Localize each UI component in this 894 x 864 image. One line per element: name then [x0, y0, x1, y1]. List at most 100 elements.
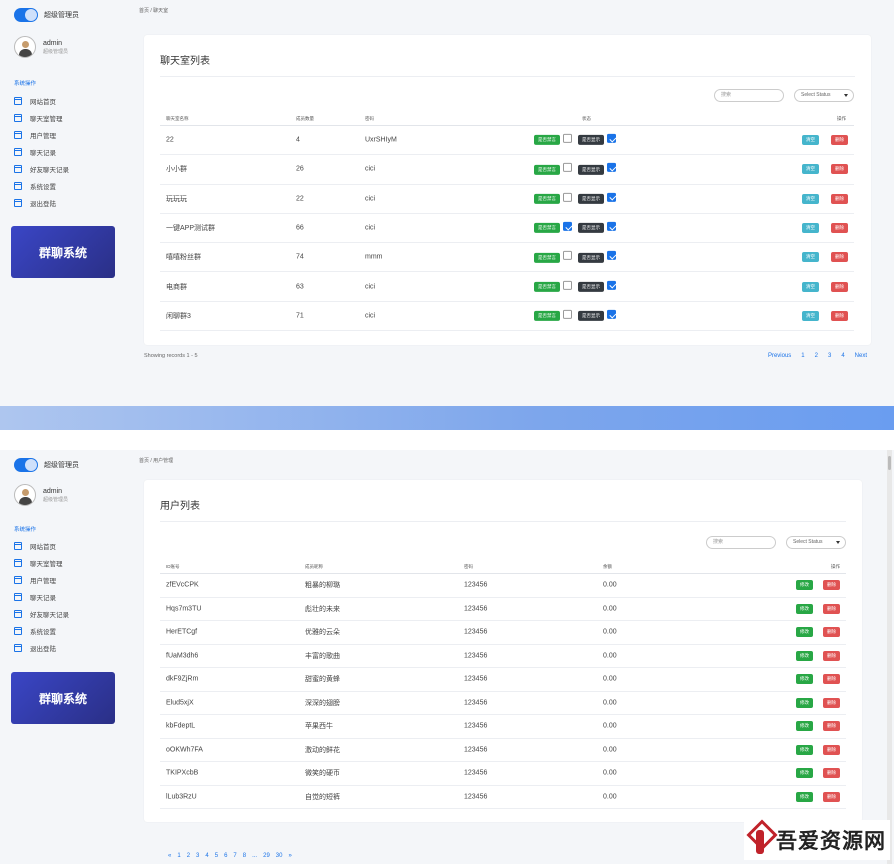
scrollbar[interactable]: [887, 450, 892, 864]
pagination-item[interactable]: 4: [205, 853, 208, 859]
pagination-item[interactable]: 2: [187, 853, 190, 859]
sidebar-item-settings[interactable]: 系统设置: [14, 177, 69, 194]
delete-button[interactable]: 删除: [823, 580, 840, 591]
edit-button[interactable]: 修改: [796, 580, 813, 591]
mute-checkbox[interactable]: [563, 221, 572, 231]
pagination-item[interactable]: 30: [276, 853, 283, 859]
delete-button[interactable]: 删除: [823, 791, 840, 802]
status-select[interactable]: Select Status: [794, 89, 854, 102]
pagination-item[interactable]: 4: [841, 353, 844, 359]
show-checkbox[interactable]: [607, 309, 616, 319]
sidebar-item-home[interactable]: 网站首页: [14, 92, 69, 109]
pagination-item[interactable]: ...: [252, 853, 257, 859]
pagination-item[interactable]: 2: [815, 353, 818, 359]
status-select[interactable]: Select Status: [786, 536, 846, 549]
sidebar-item-logout[interactable]: 退出登陆: [14, 639, 69, 656]
pagination-item[interactable]: »: [288, 853, 291, 859]
delete-button[interactable]: 删除: [831, 252, 848, 263]
search-input[interactable]: 搜索: [706, 536, 776, 549]
show-checkbox[interactable]: [607, 221, 616, 231]
show-checkbox[interactable]: [607, 133, 616, 143]
show-toggle-button[interactable]: 是否显示: [578, 252, 604, 263]
show-toggle-button[interactable]: 是否显示: [578, 223, 604, 234]
sidebar-item-chat-logs[interactable]: 聊天记录: [14, 588, 69, 605]
search-input[interactable]: 搜索: [714, 89, 784, 102]
mute-toggle-button[interactable]: 是否禁言: [534, 311, 560, 322]
edit-button[interactable]: 修改: [796, 650, 813, 661]
delete-button[interactable]: 删除: [823, 674, 840, 685]
clear-button[interactable]: 清空: [802, 164, 819, 175]
show-toggle-button[interactable]: 是否显示: [578, 135, 604, 146]
edit-button[interactable]: 修改: [796, 697, 813, 708]
mute-checkbox[interactable]: [563, 280, 572, 290]
mute-checkbox[interactable]: [563, 309, 572, 319]
clear-button[interactable]: 清空: [802, 281, 819, 292]
delete-button[interactable]: 删除: [823, 603, 840, 614]
pagination-item[interactable]: Previous: [768, 353, 791, 359]
mute-toggle-button[interactable]: 是否禁言: [534, 135, 560, 146]
delete-button[interactable]: 删除: [831, 281, 848, 292]
show-checkbox[interactable]: [607, 251, 616, 261]
mute-checkbox[interactable]: [563, 251, 572, 261]
show-toggle-button[interactable]: 是否显示: [578, 281, 604, 292]
sidebar-item-logout[interactable]: 退出登陆: [14, 194, 69, 211]
delete-button[interactable]: 删除: [831, 310, 848, 321]
delete-button[interactable]: 删除: [823, 744, 840, 755]
pagination-item[interactable]: 7: [233, 853, 236, 859]
scrollbar-thumb[interactable]: [888, 456, 891, 470]
clear-button[interactable]: 清空: [802, 223, 819, 234]
delete-button[interactable]: 删除: [823, 650, 840, 661]
pagination-item[interactable]: 3: [196, 853, 199, 859]
mute-toggle-button[interactable]: 是否禁言: [534, 252, 560, 263]
clear-button[interactable]: 清空: [802, 252, 819, 263]
sidebar-item-settings[interactable]: 系统设置: [14, 622, 69, 639]
show-toggle-button[interactable]: 是否显示: [578, 193, 604, 204]
edit-button[interactable]: 修改: [796, 674, 813, 685]
edit-button[interactable]: 修改: [796, 721, 813, 732]
clear-button[interactable]: 清空: [802, 135, 819, 146]
mute-checkbox[interactable]: [563, 133, 572, 143]
logo[interactable]: 超级管理员: [14, 8, 79, 22]
mute-toggle-button[interactable]: 是否禁言: [534, 223, 560, 234]
sidebar-item-chatrooms[interactable]: 聊天室管理: [14, 109, 69, 126]
mute-toggle-button[interactable]: 是否禁言: [534, 193, 560, 204]
mute-toggle-button[interactable]: 是否禁言: [534, 164, 560, 175]
delete-button[interactable]: 删除: [831, 223, 848, 234]
pagination-item[interactable]: 5: [215, 853, 218, 859]
delete-button[interactable]: 删除: [823, 721, 840, 732]
show-toggle-button[interactable]: 是否显示: [578, 311, 604, 322]
show-checkbox[interactable]: [607, 163, 616, 173]
mute-checkbox[interactable]: [563, 192, 572, 202]
mute-toggle-button[interactable]: 是否禁言: [534, 281, 560, 292]
mute-checkbox[interactable]: [563, 163, 572, 173]
delete-button[interactable]: 删除: [823, 768, 840, 779]
show-checkbox[interactable]: [607, 280, 616, 290]
pagination-item[interactable]: 1: [801, 353, 804, 359]
show-toggle-button[interactable]: 是否显示: [578, 164, 604, 175]
sidebar-item-chatrooms[interactable]: 聊天室管理: [14, 554, 69, 571]
delete-button[interactable]: 删除: [831, 164, 848, 175]
sidebar-item-users[interactable]: 用户管理: [14, 126, 69, 143]
pagination-item[interactable]: Next: [855, 353, 867, 359]
sidebar-item-friend-logs[interactable]: 好友聊天记录: [14, 605, 69, 622]
edit-button[interactable]: 修改: [796, 603, 813, 614]
delete-button[interactable]: 删除: [823, 627, 840, 638]
clear-button[interactable]: 清空: [802, 310, 819, 321]
sidebar-item-users[interactable]: 用户管理: [14, 571, 69, 588]
pagination-item[interactable]: 6: [224, 853, 227, 859]
edit-button[interactable]: 修改: [796, 768, 813, 779]
delete-button[interactable]: 删除: [831, 193, 848, 204]
delete-button[interactable]: 删除: [831, 135, 848, 146]
logo[interactable]: 超级管理员: [14, 458, 79, 472]
edit-button[interactable]: 修改: [796, 627, 813, 638]
pagination-item[interactable]: «: [168, 853, 171, 859]
edit-button[interactable]: 修改: [796, 744, 813, 755]
sidebar-item-chat-logs[interactable]: 聊天记录: [14, 143, 69, 160]
clear-button[interactable]: 清空: [802, 193, 819, 204]
pagination-item[interactable]: 29: [263, 853, 270, 859]
pagination-item[interactable]: 1: [177, 853, 180, 859]
show-checkbox[interactable]: [607, 192, 616, 202]
delete-button[interactable]: 删除: [823, 697, 840, 708]
sidebar-item-friend-logs[interactable]: 好友聊天记录: [14, 160, 69, 177]
pagination-item[interactable]: 8: [243, 853, 246, 859]
